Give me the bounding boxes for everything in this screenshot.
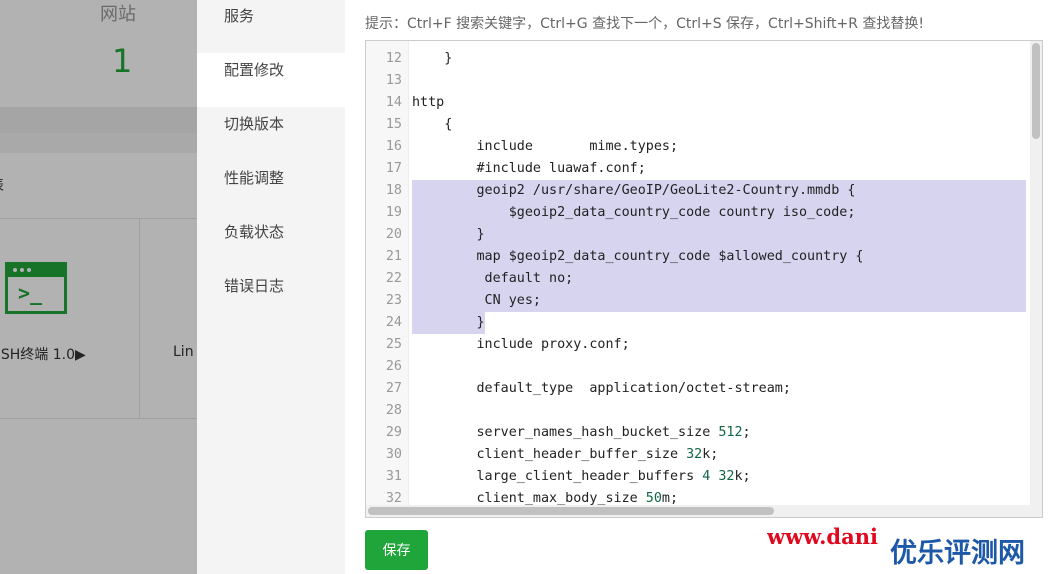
line-number: 27 bbox=[385, 381, 402, 396]
line-number: 29 bbox=[385, 425, 402, 440]
code-line[interactable]: 14 http bbox=[366, 92, 1026, 114]
code-line[interactable]: 18 geoip2 /usr/share/GeoIP/GeoLite2-Coun… bbox=[366, 180, 1026, 202]
code-text: } bbox=[412, 227, 485, 242]
sidebar-item-service[interactable]: 服务 bbox=[197, 0, 345, 53]
code-line[interactable]: 12 } bbox=[366, 48, 1026, 70]
shortcut-hint: 提示：Ctrl+F 搜索关键字，Ctrl+G 查找下一个，Ctrl+S 保存，C… bbox=[365, 16, 925, 32]
code-text: server_names_hash_bucket_size 512; bbox=[412, 425, 751, 440]
code-line[interactable]: 16 include mime.types; bbox=[366, 136, 1026, 158]
line-number: 22 bbox=[385, 271, 402, 286]
line-number: 16 bbox=[385, 139, 402, 154]
code-line[interactable]: 21 map $geoip2_data_country_code $allowe… bbox=[366, 246, 1026, 268]
modal-overlay[interactable] bbox=[0, 0, 200, 574]
line-number: 21 bbox=[385, 249, 402, 264]
line-number: 30 bbox=[385, 447, 402, 462]
line-number: 28 bbox=[385, 403, 402, 418]
code-line[interactable]: 17 #include luawaf.conf; bbox=[366, 158, 1026, 180]
sidebar-item-error-log[interactable]: 错误日志 bbox=[197, 269, 345, 323]
code-text: http bbox=[412, 95, 445, 110]
line-number: 17 bbox=[385, 161, 402, 176]
code-text: client_header_buffer_size 32k; bbox=[412, 447, 719, 462]
code-text: geoip2 /usr/share/GeoIP/GeoLite2-Country… bbox=[412, 183, 856, 198]
code-line[interactable]: 26 bbox=[366, 356, 1026, 378]
code-line[interactable]: 20 } bbox=[366, 224, 1026, 246]
code-text: include proxy.conf; bbox=[412, 337, 630, 352]
code-text: default no; bbox=[412, 271, 574, 286]
code-line[interactable]: 30 client_header_buffer_size 32k; bbox=[366, 444, 1026, 466]
code-line[interactable]: 13 bbox=[366, 70, 1026, 92]
sidebar-item-switch-version[interactable]: 切换版本 bbox=[197, 107, 345, 161]
config-sidebar: 服务 配置修改 切换版本 性能调整 负载状态 错误日志 bbox=[197, 0, 345, 574]
line-number: 25 bbox=[385, 337, 402, 352]
line-number: 24 bbox=[385, 315, 402, 330]
horizontal-scroll-thumb[interactable] bbox=[368, 507, 774, 515]
sidebar-item-config[interactable]: 配置修改 bbox=[197, 53, 345, 107]
line-number: 26 bbox=[385, 359, 402, 374]
selection-highlight bbox=[412, 224, 1026, 246]
line-number: 12 bbox=[385, 51, 402, 66]
code-line[interactable]: 25 include proxy.conf; bbox=[366, 334, 1026, 356]
code-text: } bbox=[412, 51, 453, 66]
sidebar-item-load-status[interactable]: 负载状态 bbox=[197, 215, 345, 269]
line-number: 20 bbox=[385, 227, 402, 242]
code-line[interactable]: 27 default_type application/octet-stream… bbox=[366, 378, 1026, 400]
line-number: 31 bbox=[385, 469, 402, 484]
code-text: large_client_header_buffers 4 32k; bbox=[412, 469, 751, 484]
watermark-url: www.dani bbox=[767, 524, 878, 549]
line-number: 13 bbox=[385, 73, 402, 88]
code-text: $geoip2_data_country_code country iso_co… bbox=[412, 205, 856, 220]
code-line[interactable]: 23 CN yes; bbox=[366, 290, 1026, 312]
line-number: 19 bbox=[385, 205, 402, 220]
code-line[interactable]: 19 $geoip2_data_country_code country iso… bbox=[366, 202, 1026, 224]
code-line[interactable]: 29 server_names_hash_bucket_size 512; bbox=[366, 422, 1026, 444]
code-text: include mime.types; bbox=[412, 139, 679, 154]
code-line[interactable]: 31 large_client_header_buffers 4 32k; bbox=[366, 466, 1026, 488]
code-line[interactable]: 28 bbox=[366, 400, 1026, 422]
line-number: 18 bbox=[385, 183, 402, 198]
code-editor[interactable]: 12 } 13 14 http 15 {16 include mime.types; 17… bbox=[365, 40, 1043, 518]
horizontal-scrollbar[interactable] bbox=[366, 505, 1030, 517]
code-line[interactable]: 24 } bbox=[366, 312, 1026, 334]
config-editor-panel: 提示：Ctrl+F 搜索关键字，Ctrl+G 查找下一个，Ctrl+S 保存，C… bbox=[345, 0, 1050, 574]
code-text: default_type application/octet-stream; bbox=[412, 381, 791, 396]
code-text: map $geoip2_data_country_code $allowed_c… bbox=[412, 249, 864, 264]
code-line[interactable]: 15 { bbox=[366, 114, 1026, 136]
code-text: CN yes; bbox=[412, 293, 541, 308]
vertical-scrollbar[interactable] bbox=[1030, 41, 1042, 517]
code-text: { bbox=[412, 117, 453, 132]
code-text: #include luawaf.conf; bbox=[412, 161, 646, 176]
line-number: 15 bbox=[385, 117, 402, 132]
line-number: 14 bbox=[385, 95, 402, 110]
watermark-brand: 优乐评测网 bbox=[890, 538, 1025, 569]
code-line[interactable]: 22 default no; bbox=[366, 268, 1026, 290]
line-number: 23 bbox=[385, 293, 402, 308]
vertical-scroll-thumb[interactable] bbox=[1032, 43, 1040, 139]
code-lines[interactable]: 12 } 13 14 http 15 {16 include mime.types; 17… bbox=[366, 48, 1026, 510]
code-text: } bbox=[412, 315, 485, 330]
save-button[interactable]: 保存 bbox=[365, 530, 428, 570]
sidebar-item-performance[interactable]: 性能调整 bbox=[197, 161, 345, 215]
